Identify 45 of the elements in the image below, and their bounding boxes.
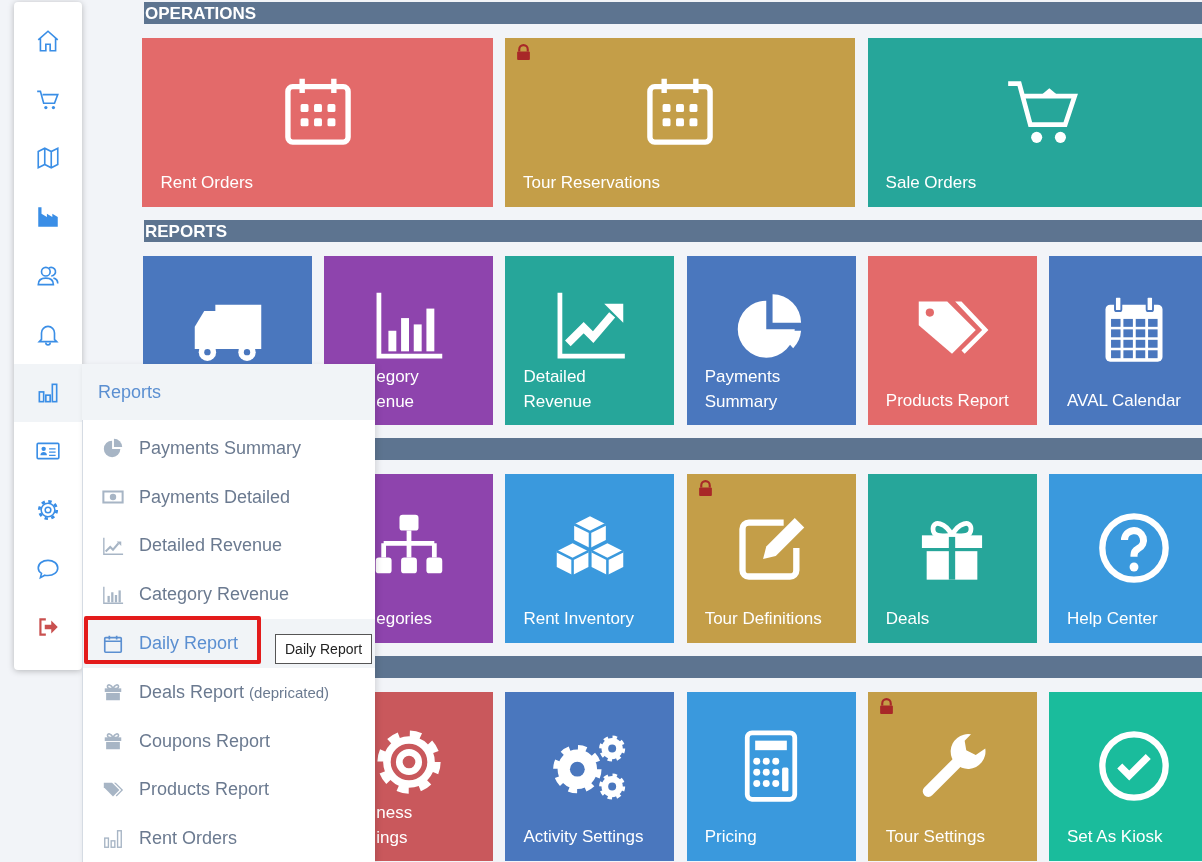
tile-label: Rent Inventory	[523, 608, 634, 630]
tile[interactable]: Tour Reservations	[505, 38, 856, 207]
tile-label: Tour Definitions	[704, 608, 822, 630]
tile-label: Deals	[885, 608, 930, 630]
tile[interactable]: Deals	[867, 474, 1037, 643]
tooltip: Daily Report	[275, 634, 373, 665]
pie-chart-icon	[102, 437, 124, 460]
tile-label: Pricing	[704, 826, 757, 848]
section-title: OPERATIONS	[145, 4, 257, 22]
sidebar-item[interactable]	[14, 363, 82, 423]
tile-label: Payments Summary	[704, 366, 781, 413]
tile[interactable]: Products Report	[867, 256, 1037, 425]
tile[interactable]: Pricing	[686, 692, 856, 861]
tile-label: Activity Settings	[523, 826, 644, 848]
tile-label: Tour Reservations	[523, 172, 661, 194]
tile-label: Set As Kiosk	[1067, 826, 1163, 848]
tile[interactable]: Detailed Revenue	[505, 256, 675, 425]
line-chart-icon	[102, 535, 124, 557]
home-icon	[35, 28, 61, 55]
tile-label: egories	[376, 608, 432, 630]
tile[interactable]: Set As Kiosk	[1049, 692, 1202, 861]
menu-item[interactable]: Payments Summary	[83, 424, 375, 473]
flyout-title: Reports	[98, 380, 162, 404]
tile[interactable]: Activity Settings	[505, 692, 675, 861]
tile-label: Help Center	[1067, 608, 1158, 630]
tile[interactable]: Payments Summary	[686, 256, 856, 425]
tile-label: AVAL Calendar	[1067, 390, 1182, 412]
tile-label: egory enue	[376, 366, 419, 413]
tile[interactable]: Rent Inventory	[505, 474, 675, 643]
tile[interactable]: Tour Settings	[867, 692, 1037, 861]
menu-item[interactable]: Daily Report Daily Report	[83, 619, 375, 668]
tile-label: Rent Orders	[160, 172, 254, 194]
tile-label: ness ings	[376, 802, 413, 849]
section-title: REPORTS	[145, 222, 228, 240]
tile-label: Tour Settings	[885, 826, 986, 848]
tile[interactable]: Tour Definitions	[686, 474, 856, 643]
bar-chart-icon	[102, 827, 124, 850]
tile[interactable]: Help Center	[1049, 474, 1202, 643]
tile[interactable]: AVAL Calendar	[1049, 256, 1202, 425]
map-icon	[35, 145, 61, 172]
tile-label: Sale Orders	[885, 172, 977, 194]
tile[interactable]: Rent Orders	[142, 38, 493, 207]
tile-label: Products Report	[885, 390, 1009, 412]
tile[interactable]: Sale Orders	[867, 38, 1202, 207]
tile-label: Detailed Revenue	[523, 366, 592, 413]
